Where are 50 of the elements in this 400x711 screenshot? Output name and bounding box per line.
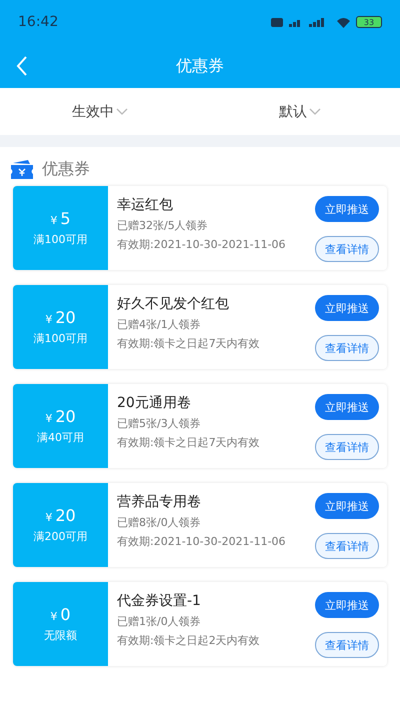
coupon-amount: 20 <box>55 407 76 426</box>
coupon-condition: 满100可用 <box>34 331 88 346</box>
coupon-name: 20元通用卷 <box>117 394 192 412</box>
section-title: 优惠券 <box>42 159 90 180</box>
coupon-validity: 有效期:2021-10-30-2021-11-06 <box>117 534 287 549</box>
filter-dropdown[interactable]: 生效中 <box>0 88 200 135</box>
battery-icon: 33 <box>356 16 382 28</box>
details-button[interactable]: 查看详情 <box>315 434 379 460</box>
status-time: 16:42 <box>18 14 58 30</box>
coupon-validity: 有效期:2021-10-30-2021-11-06 <box>117 237 287 252</box>
coupon-name: 幸运红包 <box>117 196 174 214</box>
coupon-condition: 满200可用 <box>34 529 88 544</box>
coupon-name: 营养品专用卷 <box>117 493 202 511</box>
coupon-validity: 有效期:领卡之日起7天内有效 <box>117 435 261 450</box>
push-button[interactable]: 立即推送 <box>315 394 379 420</box>
coupon-amount: 20 <box>55 308 76 327</box>
coupon-validity: 有效期:领卡之日起7天内有效 <box>117 336 261 351</box>
coupon-condition: 无限额 <box>44 628 77 643</box>
currency-symbol: ¥ <box>50 214 58 227</box>
coupon-amount: 0 <box>60 605 71 624</box>
details-button[interactable]: 查看详情 <box>315 533 379 559</box>
page-title: 优惠券 <box>176 56 224 76</box>
push-button[interactable]: 立即推送 <box>315 196 379 222</box>
coupon-condition: 满40可用 <box>37 430 84 445</box>
coupon-validity: 有效期:领卡之日起2天内有效 <box>117 633 261 648</box>
filter-dropdown[interactable]: 默认 <box>200 88 400 135</box>
coupon-stats: 已赠5张/3人领券 <box>117 416 202 431</box>
coupon-amount: 20 <box>55 506 76 525</box>
currency-symbol: ¥ <box>45 313 52 326</box>
coupon-stats: 已赠8张/0人领券 <box>117 515 202 530</box>
wifi-icon <box>337 16 350 28</box>
currency-symbol: ¥ <box>45 511 52 524</box>
coupon-name: 代金券设置-1 <box>117 592 202 610</box>
details-button[interactable]: 查看详情 <box>315 632 379 658</box>
push-button[interactable]: 立即推送 <box>315 493 379 519</box>
coupon-name: 好久不见发个红包 <box>117 295 230 313</box>
push-button[interactable]: 立即推送 <box>315 592 379 618</box>
coupon-amount: 5 <box>60 209 71 228</box>
coupon-condition: 满100可用 <box>34 232 88 247</box>
details-button[interactable]: 查看详情 <box>315 335 379 361</box>
details-button[interactable]: 查看详情 <box>315 236 379 262</box>
ticket-icon <box>10 160 34 180</box>
currency-symbol: ¥ <box>45 412 52 425</box>
chevron-down-icon <box>116 108 128 116</box>
currency-symbol: ¥ <box>50 610 58 623</box>
push-button[interactable]: 立即推送 <box>315 295 379 321</box>
chevron-down-icon <box>309 108 321 116</box>
coupon-stats: 已赠1张/0人领券 <box>117 614 202 629</box>
coupon-stats: 已赠32张/5人领券 <box>117 218 209 233</box>
coupon-stats: 已赠4张/1人领券 <box>117 317 202 332</box>
